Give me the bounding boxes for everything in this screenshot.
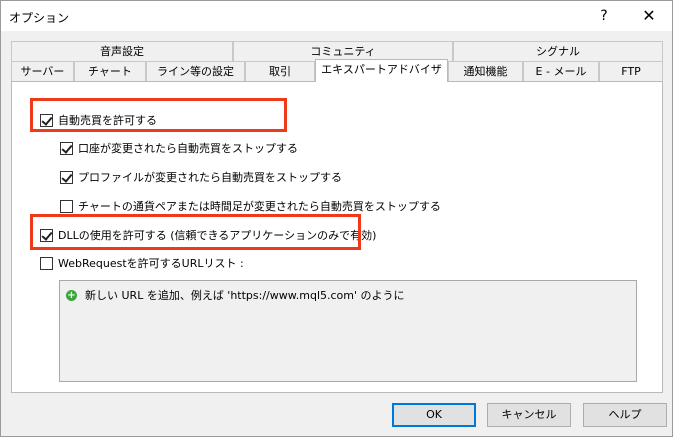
tab-row-2: サーバー チャート ライン等の設定 取引 エキスパートアドバイザ 通知機能 E …	[11, 59, 663, 82]
allow-webrequest-label: WebRequestを許可するURLリスト :	[58, 257, 244, 270]
tab-email[interactable]: E - メール	[523, 61, 599, 81]
tab-charts[interactable]: チャート	[74, 61, 146, 81]
add-url-hint: 新しい URL を追加、例えば 'https://www.mql5.com' の…	[85, 289, 405, 302]
allow-webrequest-checkbox[interactable]	[40, 256, 53, 270]
stop-on-account-change-label: 口座が変更されたら自動売買をストップする	[78, 142, 298, 155]
help-question-icon[interactable]: ?	[593, 6, 615, 26]
stop-on-symbol-change-checkbox[interactable]	[60, 199, 73, 213]
allow-auto-trading-label: 自動売買を許可する	[58, 114, 157, 127]
allow-auto-trading-checkbox[interactable]	[40, 113, 53, 127]
title-bar: オプション ? ✕	[1, 1, 672, 31]
tab-community[interactable]: コミュニティ	[233, 41, 453, 61]
allow-webrequest-option[interactable]: WebRequestを許可するURLリスト :	[40, 255, 244, 271]
help-button[interactable]: ヘルプ	[583, 403, 667, 427]
tab-notifications[interactable]: 通知機能	[448, 61, 523, 81]
allow-dll-label: DLLの使用を許可する (信頼できるアプリケーションのみで有効)	[58, 229, 377, 242]
options-dialog: オプション ? ✕ 音声設定 コミュニティ シグナル サーバー チャート ライン…	[0, 0, 673, 437]
stop-on-profile-change-label: プロファイルが変更されたら自動売買をストップする	[78, 171, 342, 184]
close-icon[interactable]: ✕	[637, 5, 661, 27]
ok-button[interactable]: OK	[392, 403, 476, 427]
allow-auto-trading-option[interactable]: 自動売買を許可する	[40, 112, 157, 128]
stop-on-profile-change-checkbox[interactable]	[60, 170, 73, 184]
expert-advisors-panel: 自動売買を許可する 口座が変更されたら自動売買をストップする プロファイルが変更…	[11, 81, 663, 393]
tab-objects[interactable]: ライン等の設定	[146, 61, 245, 81]
cancel-button[interactable]: キャンセル	[487, 403, 571, 427]
tab-trade[interactable]: 取引	[245, 61, 315, 81]
window-title: オプション	[9, 11, 70, 25]
tab-ftp[interactable]: FTP	[599, 61, 663, 81]
stop-on-symbol-change-option[interactable]: チャートの通貨ペアまたは時間足が変更されたら自動売買をストップする	[60, 198, 441, 214]
stop-on-symbol-change-label: チャートの通貨ペアまたは時間足が変更されたら自動売買をストップする	[78, 200, 441, 213]
tab-row-1: 音声設定 コミュニティ シグナル	[11, 41, 663, 61]
stop-on-account-change-option[interactable]: 口座が変更されたら自動売買をストップする	[60, 140, 298, 156]
tab-expert-advisors[interactable]: エキスパートアドバイザ	[315, 59, 448, 82]
add-plus-icon: +	[66, 289, 77, 301]
url-list-box[interactable]: + 新しい URL を追加、例えば 'https://www.mql5.com'…	[59, 280, 637, 382]
allow-dll-checkbox[interactable]	[40, 228, 53, 242]
add-url-item[interactable]: + 新しい URL を追加、例えば 'https://www.mql5.com'…	[66, 287, 405, 303]
tab-sound[interactable]: 音声設定	[11, 41, 233, 61]
stop-on-profile-change-option[interactable]: プロファイルが変更されたら自動売買をストップする	[60, 169, 342, 185]
tab-server[interactable]: サーバー	[11, 61, 74, 81]
stop-on-account-change-checkbox[interactable]	[60, 141, 73, 155]
tab-signals[interactable]: シグナル	[453, 41, 663, 61]
allow-dll-option[interactable]: DLLの使用を許可する (信頼できるアプリケーションのみで有効)	[40, 227, 376, 243]
